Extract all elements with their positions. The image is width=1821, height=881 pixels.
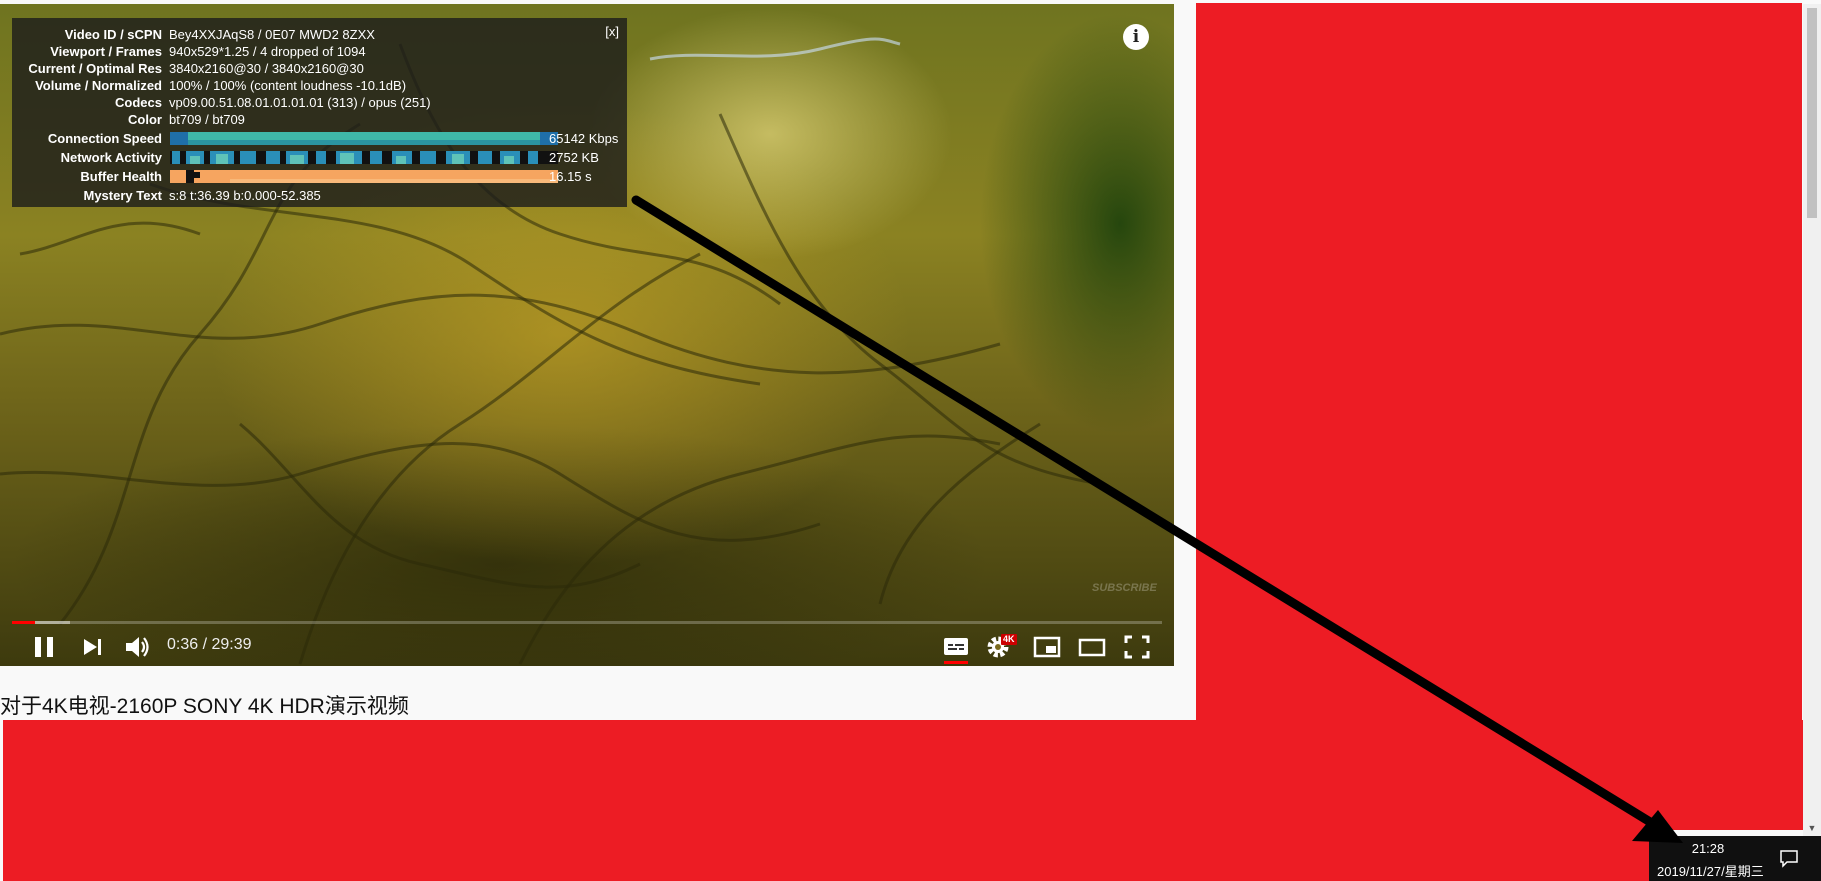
theater-icon (1078, 638, 1106, 657)
next-icon (84, 639, 101, 655)
stats-row-network-activity: Network Activity 2752 KB (12, 149, 627, 166)
video-title: 对于4K电视-2160P SONY 4K HDR演示视频 (0, 695, 409, 718)
stats-row-buffer-health: Buffer Health 16.15 s (12, 168, 627, 185)
stats-label: Video ID / sCPN (64, 27, 162, 42)
time-display: 0:36 / 29:39 (167, 636, 252, 653)
pause-icon (35, 637, 53, 657)
stats-label: Connection Speed (47, 131, 162, 146)
clock-date[interactable]: 2019/11/27/星期三 (1657, 861, 1764, 880)
progress-played (12, 621, 35, 624)
redaction-box-bottom (3, 720, 1807, 830)
scroll-down-arrow-icon[interactable]: ▼ (1803, 820, 1821, 836)
stats-label: Current / Optimal Res (28, 61, 162, 76)
stats-value: bt709 / bt709 (169, 112, 245, 127)
network-activity-graph (170, 151, 558, 164)
stats-value: vp09.00.51.08.01.01.01.01 (313) / opus (… (169, 95, 431, 110)
stats-value: Bey4XXJAqS8 / 0E07 MWD2 8ZXX (169, 27, 375, 42)
pause-button[interactable] (30, 632, 60, 662)
fullscreen-button[interactable] (1122, 632, 1152, 662)
clock-time[interactable]: 21:28 (1649, 841, 1767, 856)
volume-button[interactable] (122, 632, 152, 662)
subscribe-watermark: SUBSCRIBE (1092, 582, 1157, 594)
info-icon[interactable]: i (1123, 24, 1149, 50)
scrollbar-thumb[interactable] (1807, 8, 1817, 218)
stats-row-connection-speed: Connection Speed 65142 Kbps (12, 130, 627, 147)
stats-value: 100% / 100% (content loudness -10.1dB) (169, 78, 407, 93)
miniplayer-button[interactable] (1032, 632, 1062, 662)
volume-icon (126, 637, 149, 657)
subtitles-button[interactable] (941, 632, 971, 664)
stats-label: Network Activity (60, 150, 162, 165)
action-center-icon[interactable] (1779, 848, 1799, 873)
subtitles-icon (944, 638, 968, 664)
stats-value: s:8 t:36.39 b:0.000-52.385 (169, 188, 321, 203)
stats-label: Volume / Normalized (35, 78, 162, 93)
theater-mode-button[interactable] (1077, 632, 1107, 662)
quality-badge: 4K (1001, 634, 1017, 645)
stats-for-nerds-panel: [x] Video ID / sCPN Bey4XXJAqS8 / 0E07 M… (12, 18, 627, 207)
progress-bar[interactable] (12, 621, 1162, 624)
stats-value: 3840x2160@30 / 3840x2160@30 (169, 61, 364, 76)
stats-value: 2752 KB (549, 150, 599, 165)
stats-value: 65142 Kbps (549, 131, 619, 146)
redaction-box-bottom-left (3, 828, 1651, 881)
buffer-health-graph (170, 170, 558, 183)
video-player[interactable]: [x] Video ID / sCPN Bey4XXJAqS8 / 0E07 M… (0, 4, 1174, 666)
stats-value: 16.15 s (549, 169, 592, 184)
stats-close-button[interactable]: [x] (605, 24, 619, 39)
stats-label: Mystery Text (83, 188, 162, 203)
connection-speed-graph (170, 132, 558, 145)
page-scrollbar[interactable]: ▼ (1803, 4, 1821, 836)
next-button[interactable] (78, 632, 108, 662)
stats-value: 940x529*1.25 / 4 dropped of 1094 (169, 44, 366, 59)
redaction-box-right (1196, 3, 1802, 721)
stats-label: Buffer Health (80, 169, 162, 184)
settings-button[interactable]: 4K (985, 632, 1021, 662)
taskbar-clock-area: 21:28 2019/11/27/星期三 (1649, 836, 1821, 881)
stats-label: Viewport / Frames (50, 44, 162, 59)
stats-label: Codecs (115, 95, 162, 110)
fullscreen-icon (1124, 635, 1150, 659)
stats-label: Color (128, 112, 162, 127)
miniplayer-icon (1033, 636, 1061, 658)
